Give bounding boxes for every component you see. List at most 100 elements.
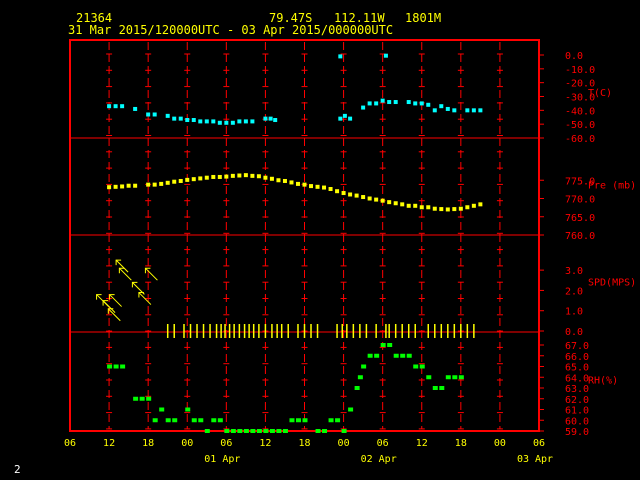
pressure-point bbox=[439, 207, 444, 212]
x-tick-label: 12 bbox=[103, 438, 115, 449]
rh-point bbox=[133, 396, 139, 401]
pressure-point bbox=[465, 205, 470, 210]
pressure-point bbox=[354, 193, 359, 198]
rh-point bbox=[198, 418, 204, 423]
pressure-point bbox=[263, 175, 268, 180]
rh-tick-label: 67.0 bbox=[565, 341, 589, 352]
rh-point bbox=[159, 407, 165, 412]
x-tick-label: 00 bbox=[494, 438, 506, 449]
rh-point bbox=[406, 353, 412, 358]
rh-tick-label: 66.0 bbox=[565, 352, 589, 363]
rh-point bbox=[224, 429, 230, 433]
rh-point bbox=[452, 375, 458, 380]
x-tick-label: 18 bbox=[298, 438, 310, 449]
rh-point bbox=[256, 429, 262, 433]
pressure-point bbox=[224, 174, 229, 179]
pres-tick-label: 760.0 bbox=[565, 231, 595, 242]
rh-point bbox=[269, 429, 275, 433]
temp-point bbox=[445, 106, 450, 111]
temp-point bbox=[413, 101, 418, 106]
rh-point bbox=[328, 418, 334, 423]
rh-point bbox=[282, 429, 288, 433]
pres-tick-label: 765.0 bbox=[565, 213, 595, 224]
pressure-point bbox=[107, 185, 112, 190]
temp-point bbox=[217, 120, 222, 125]
x-tick-label: 12 bbox=[416, 438, 428, 449]
rh-point bbox=[458, 375, 464, 380]
temp-point bbox=[113, 104, 118, 109]
pressure-point bbox=[120, 184, 125, 189]
rh-point bbox=[211, 418, 217, 423]
temp-point bbox=[348, 116, 353, 121]
rh-tick-label: 62.0 bbox=[565, 395, 589, 406]
pressure-point bbox=[400, 202, 405, 207]
rh-point bbox=[322, 429, 328, 433]
pressure-point bbox=[243, 173, 248, 178]
rh-point bbox=[432, 386, 438, 390]
pressure-point bbox=[361, 195, 366, 200]
x-tick-label: 06 bbox=[533, 438, 545, 449]
rh-point bbox=[165, 418, 171, 423]
pressure-point bbox=[335, 189, 340, 194]
pressure-point bbox=[367, 196, 372, 201]
pressure-point bbox=[406, 203, 411, 208]
rh-point bbox=[341, 429, 347, 433]
pressure-point bbox=[478, 202, 483, 207]
wind-tick-label: 1.0 bbox=[565, 307, 583, 318]
pressure-point bbox=[387, 200, 392, 205]
temp-point bbox=[152, 112, 157, 117]
pressure-point bbox=[380, 198, 385, 203]
temp-point bbox=[204, 119, 209, 124]
pressure-point bbox=[276, 178, 281, 183]
temp-point bbox=[191, 118, 196, 123]
temp-point bbox=[230, 120, 235, 125]
rh-point bbox=[445, 375, 451, 380]
pressure-point bbox=[269, 176, 274, 181]
rh-point bbox=[374, 353, 380, 358]
temp-point bbox=[452, 108, 457, 113]
pressure-point bbox=[341, 191, 346, 196]
rh-point bbox=[263, 429, 269, 433]
pressure-point bbox=[204, 175, 209, 180]
temp-point bbox=[250, 119, 255, 124]
rh-point bbox=[230, 429, 236, 433]
temp-point bbox=[224, 120, 229, 125]
temp-point bbox=[211, 119, 216, 124]
pressure-point bbox=[198, 176, 203, 181]
x-tick-label: 06 bbox=[220, 438, 232, 449]
pressure-point bbox=[191, 177, 196, 182]
pressure-point bbox=[315, 184, 320, 189]
rh-point bbox=[315, 429, 321, 433]
rh-tick-label: 61.0 bbox=[565, 406, 589, 417]
wind-arrow bbox=[109, 294, 122, 307]
date-label: 03 Apr bbox=[517, 454, 553, 465]
pressure-point bbox=[217, 174, 222, 179]
pressure-point bbox=[289, 180, 294, 185]
temp-point bbox=[387, 100, 392, 105]
pressure-point bbox=[172, 179, 177, 184]
temp-point bbox=[263, 116, 268, 121]
pressure-point bbox=[152, 182, 157, 187]
temp-axis-label: T(C) bbox=[588, 88, 612, 99]
rh-tick-label: 59.0 bbox=[565, 427, 589, 438]
pressure-point bbox=[426, 205, 431, 210]
rh-point bbox=[439, 386, 445, 390]
rh-point bbox=[393, 353, 399, 358]
pressure-point bbox=[419, 205, 424, 210]
rh-point bbox=[335, 418, 341, 423]
rh-point bbox=[152, 418, 158, 423]
temp-point bbox=[383, 53, 388, 58]
rh-point bbox=[250, 429, 256, 433]
temp-point bbox=[107, 104, 112, 109]
wind-tick-label: 2.0 bbox=[565, 286, 583, 297]
temp-point bbox=[439, 104, 444, 109]
pressure-point bbox=[413, 203, 418, 208]
pressure-point bbox=[348, 192, 353, 197]
temp-point bbox=[419, 101, 424, 106]
temp-point bbox=[374, 101, 379, 106]
pressure-point bbox=[458, 206, 463, 211]
rh-point bbox=[413, 364, 419, 369]
rh-point bbox=[172, 418, 178, 423]
date-label: 01 Apr bbox=[204, 454, 240, 465]
x-tick-label: 18 bbox=[455, 438, 467, 449]
